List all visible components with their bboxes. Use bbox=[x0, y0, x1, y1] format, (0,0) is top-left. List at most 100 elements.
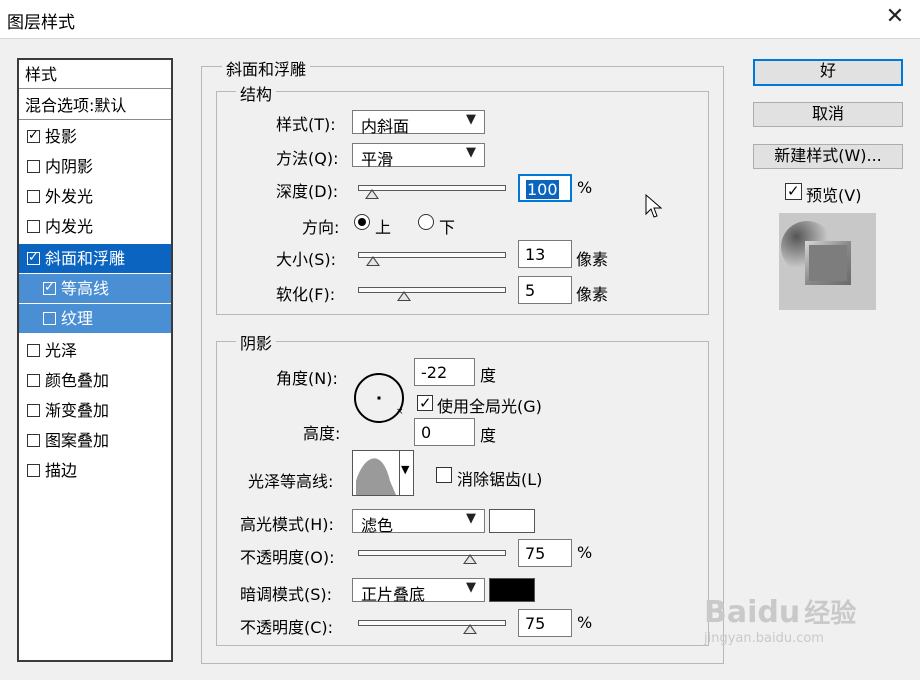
style-list-header-label: 样式 bbox=[25, 65, 58, 84]
style-item-label: 内阴影 bbox=[45, 157, 94, 176]
altitude-unit: 度 bbox=[480, 426, 497, 445]
style-item-inner-glow[interactable]: 内发光 bbox=[19, 212, 171, 241]
svg-text:×: × bbox=[396, 407, 404, 417]
blending-options-label: 混合选项:默认 bbox=[25, 96, 127, 115]
style-dropdown[interactable]: 内斜面 ▼ bbox=[352, 110, 485, 136]
direction-up-radio[interactable] bbox=[354, 214, 370, 230]
direction-label: 方向: bbox=[302, 218, 340, 237]
bevel-emboss-checkbox[interactable]: ✓ bbox=[27, 250, 40, 265]
highlight-mode-dropdown[interactable]: 滤色 ▼ bbox=[352, 509, 485, 535]
highlight-opacity-unit: % bbox=[577, 543, 593, 562]
depth-label: 深度(D): bbox=[276, 182, 339, 201]
shadow-color-swatch[interactable] bbox=[489, 578, 535, 602]
style-item-gradient-overlay[interactable]: 渐变叠加 bbox=[19, 396, 171, 425]
shadow-mode-value: 正片叠底 bbox=[361, 585, 426, 604]
preview-thumbnail bbox=[779, 213, 876, 310]
depth-slider[interactable] bbox=[358, 185, 506, 199]
gloss-contour-picker[interactable]: ▼ bbox=[352, 450, 414, 496]
angle-input[interactable]: -22 bbox=[414, 358, 475, 386]
antialias-checkbox[interactable] bbox=[436, 467, 452, 483]
style-item-label: 颜色叠加 bbox=[45, 371, 110, 390]
size-slider-thumb[interactable] bbox=[366, 256, 380, 266]
shadow-opacity-input[interactable]: 75 bbox=[518, 609, 572, 637]
pattern-overlay-checkbox[interactable] bbox=[27, 434, 40, 447]
inner-shadow-checkbox[interactable] bbox=[27, 160, 40, 173]
global-light-checkbox[interactable]: ✓ bbox=[417, 394, 433, 412]
drop-shadow-checkbox[interactable]: ✓ bbox=[27, 128, 40, 143]
highlight-opacity-slider[interactable] bbox=[358, 550, 506, 564]
color-overlay-checkbox[interactable] bbox=[27, 374, 40, 387]
style-item-label: 纹理 bbox=[61, 309, 94, 328]
style-item-bevel-emboss[interactable]: ✓ 斜面和浮雕 bbox=[19, 244, 171, 273]
style-dropdown-value: 内斜面 bbox=[361, 117, 410, 136]
chevron-down-icon: ▼ bbox=[401, 463, 410, 476]
soften-slider-thumb[interactable] bbox=[397, 291, 411, 301]
shadow-opacity-value: 75 bbox=[525, 614, 546, 633]
depth-input[interactable]: 100 bbox=[518, 174, 572, 202]
soften-input[interactable]: 5 bbox=[518, 276, 572, 304]
style-item-label: 斜面和浮雕 bbox=[45, 249, 126, 268]
highlight-opacity-thumb[interactable] bbox=[463, 554, 477, 564]
chevron-down-icon: ▼ bbox=[466, 580, 476, 595]
shadow-mode-dropdown[interactable]: 正片叠底 ▼ bbox=[352, 578, 485, 604]
inner-glow-checkbox[interactable] bbox=[27, 220, 40, 233]
highlight-color-swatch[interactable] bbox=[489, 509, 535, 533]
size-label: 大小(S): bbox=[276, 250, 337, 269]
angle-unit: 度 bbox=[480, 366, 497, 385]
new-style-button[interactable]: 新建样式(W)... bbox=[753, 144, 903, 169]
shadow-opacity-slider[interactable] bbox=[358, 620, 506, 634]
style-item-label: 图案叠加 bbox=[45, 431, 110, 450]
style-item-outer-glow[interactable]: 外发光 bbox=[19, 182, 171, 211]
highlight-opacity-input[interactable]: 75 bbox=[518, 539, 572, 567]
soften-slider[interactable] bbox=[358, 287, 506, 301]
chevron-down-icon: ▼ bbox=[466, 511, 476, 526]
preview-checkbox[interactable]: ✓ bbox=[785, 182, 802, 200]
style-item-stroke[interactable]: 描边 bbox=[19, 456, 171, 485]
style-item-label: 光泽 bbox=[45, 341, 78, 360]
window-title: 图层样式 bbox=[7, 13, 75, 33]
style-item-texture[interactable]: 纹理 bbox=[19, 304, 171, 333]
style-label: 样式(T): bbox=[276, 115, 336, 134]
satin-checkbox[interactable] bbox=[27, 344, 40, 357]
angle-dial[interactable]: × bbox=[353, 372, 405, 424]
altitude-label: 高度: bbox=[303, 424, 341, 443]
structure-title: 结构 bbox=[236, 81, 277, 105]
blending-options[interactable]: 混合选项:默认 bbox=[19, 91, 171, 120]
close-icon[interactable]: ✕ bbox=[884, 6, 906, 28]
technique-dropdown-value: 平滑 bbox=[361, 150, 394, 169]
angle-label: 角度(N): bbox=[276, 369, 338, 388]
style-item-label: 投影 bbox=[45, 127, 78, 146]
soften-value: 5 bbox=[525, 281, 536, 300]
style-item-contour[interactable]: ✓ 等高线 bbox=[19, 274, 171, 303]
style-list: 样式 混合选项:默认 ✓ 投影 内阴影 外发光 内发光 ✓ 斜面和浮雕 ✓ 等高… bbox=[17, 58, 173, 662]
title-bar bbox=[0, 0, 920, 38]
style-item-inner-shadow[interactable]: 内阴影 bbox=[19, 152, 171, 181]
depth-slider-thumb[interactable] bbox=[365, 189, 379, 199]
size-value: 13 bbox=[525, 245, 546, 264]
size-unit: 像素 bbox=[576, 250, 609, 269]
direction-down-radio[interactable] bbox=[418, 214, 434, 230]
outer-glow-checkbox[interactable] bbox=[27, 190, 40, 203]
preview-label: 预览(V) bbox=[806, 186, 862, 205]
watermark-url: jingyan.baidu.com bbox=[704, 631, 824, 646]
contour-checkbox[interactable]: ✓ bbox=[43, 280, 56, 295]
shadow-opacity-thumb[interactable] bbox=[463, 624, 477, 634]
style-item-satin[interactable]: 光泽 bbox=[19, 336, 171, 365]
direction-down-label: 下 bbox=[439, 218, 456, 237]
texture-checkbox[interactable] bbox=[43, 312, 56, 325]
highlight-mode-label: 高光模式(H): bbox=[240, 515, 334, 534]
chevron-down-icon: ▼ bbox=[466, 112, 476, 127]
size-slider[interactable] bbox=[358, 252, 506, 266]
style-item-color-overlay[interactable]: 颜色叠加 bbox=[19, 366, 171, 395]
stroke-checkbox[interactable] bbox=[27, 464, 40, 477]
ok-button[interactable]: 好 bbox=[753, 59, 903, 86]
gradient-overlay-checkbox[interactable] bbox=[27, 404, 40, 417]
altitude-input[interactable]: 0 bbox=[414, 418, 475, 446]
style-item-drop-shadow[interactable]: ✓ 投影 bbox=[19, 122, 171, 151]
technique-dropdown[interactable]: 平滑 ▼ bbox=[352, 143, 485, 169]
shadow-mode-label: 暗调模式(S): bbox=[240, 585, 333, 604]
style-list-header[interactable]: 样式 bbox=[19, 60, 171, 89]
size-input[interactable]: 13 bbox=[518, 240, 572, 268]
cancel-button[interactable]: 取消 bbox=[753, 102, 903, 127]
style-item-pattern-overlay[interactable]: 图案叠加 bbox=[19, 426, 171, 455]
